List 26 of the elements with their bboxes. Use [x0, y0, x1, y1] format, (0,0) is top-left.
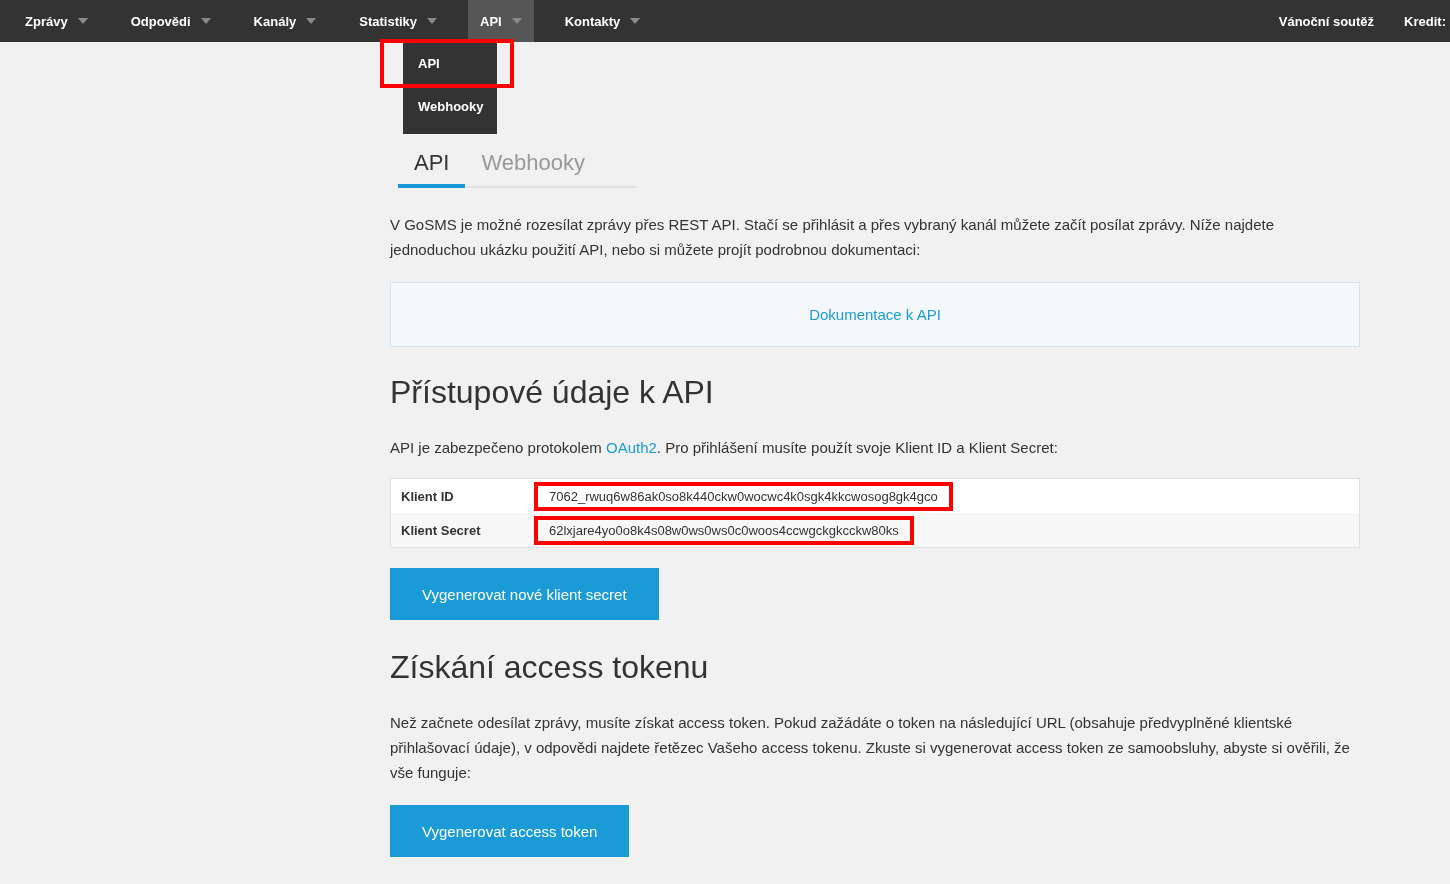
credential-value: 62lxjare4yo0o8k4s08w0ws0ws0c0woos4ccwgckgkcckw80ks — [537, 518, 911, 542]
credentials-paragraph: API je zabezpečeno protokolem OAuth2. Pro přihlášení musíte použít svoje Klient ID a Klient Secret: — [390, 438, 1059, 458]
nav-menu-item[interactable]: API — [468, 0, 534, 42]
nav-link[interactable]: Vánoční soutěž — [1278, 13, 1375, 29]
credential-label: Klient Secret — [400, 522, 482, 538]
credential-value: 7062_rwuq6w86ak0so8k440ckw0wocwc4k0sgk4kkcwosog8gk4gco — [537, 484, 950, 508]
caret-icon — [200, 18, 211, 24]
token-paragraph: Než začnete odesílat zprávy, musíte získat access token. Pokud zažádáte o token na následující URL (obsahuje předvyplněné klientské přihlašovací údaje), v odpovědi najdete řetězec Vašeho access tokenu. Zkuste si vygenerovat access token ze samoobsluhy, abyste si ověřili, že vše funguje: — [390, 713, 1351, 783]
intro-paragraph: V GoSMS je možné rozesílat zprávy přes REST API. Stačí se přihlásit a přes vybraný kanál můžete začít posílat zprávy. Níže najdete jednoduchou ukázku použití API, nebo si můžete projít podrobnou dokumentaci: — [390, 215, 1275, 260]
nav-menu-item[interactable]: Statistiky — [347, 0, 450, 42]
nav-link[interactable]: Kredit: — [1404, 13, 1446, 29]
nav-menu-item[interactable]: Odpovědi — [118, 0, 223, 42]
tab[interactable]: API — [398, 146, 466, 188]
caret-icon — [77, 18, 88, 24]
dropdown-item[interactable]: API — [383, 42, 511, 85]
nav-menu-item[interactable]: Kontakty — [552, 0, 653, 42]
caret-icon — [511, 18, 522, 24]
caret-icon — [306, 18, 317, 24]
nav-menu-item[interactable]: Kanály — [241, 0, 329, 42]
credential-label: Klient ID — [400, 488, 455, 504]
dropdown-item[interactable]: Webhooky — [403, 85, 497, 128]
section-heading: Získání access tokenu — [390, 648, 710, 686]
caret-icon — [630, 18, 641, 24]
caret-icon — [427, 18, 438, 24]
nav-menu-item[interactable]: Zprávy — [13, 0, 100, 42]
section-heading: Přístupové údaje k API — [390, 373, 715, 411]
